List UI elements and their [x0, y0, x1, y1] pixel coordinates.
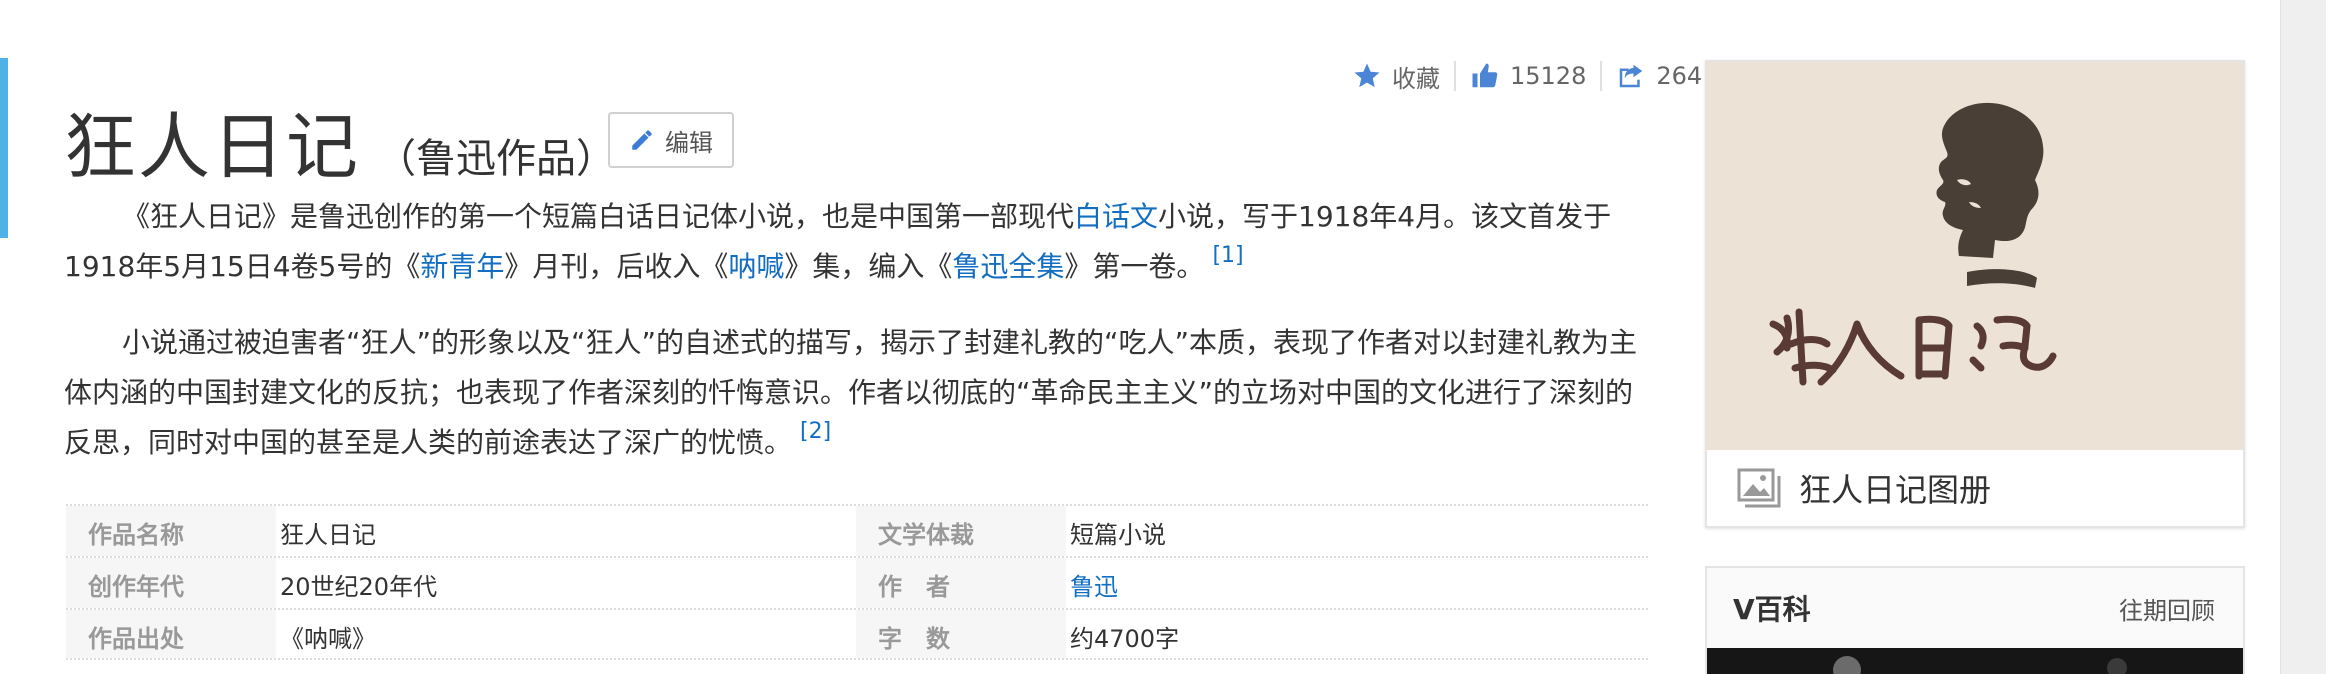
- vbaike-card: V百科 往期回顾: [1705, 566, 2245, 674]
- info-row: 创作年代 20世纪20年代 作 者 鲁迅: [66, 556, 1648, 608]
- reference-2[interactable]: [2]: [800, 419, 831, 444]
- info-value: 约4700字: [1070, 624, 1180, 653]
- pencil-icon: [632, 130, 652, 150]
- album-cover-image[interactable]: [1707, 62, 2243, 450]
- info-key: 作品出处: [88, 624, 184, 653]
- share-button[interactable]: 264: [1600, 61, 1716, 91]
- link-xinqingnian[interactable]: 新青年: [420, 250, 504, 283]
- info-row: 作品名称 狂人日记 文学体裁 短篇小说: [66, 504, 1648, 556]
- like-button[interactable]: 15128: [1454, 61, 1600, 91]
- info-value: 狂人日记: [280, 520, 376, 549]
- info-row: 作品出处 《呐喊》 字 数 约4700字: [66, 608, 1648, 660]
- intro-paragraph-1: 《狂人日记》是鲁迅创作的第一个短篇白话日记体小说，也是中国第一部现代白话文小说，…: [64, 192, 1654, 292]
- para1-text-5: 》第一卷。: [1064, 250, 1205, 283]
- link-luxun-quanji[interactable]: 鲁迅全集: [952, 250, 1064, 283]
- info-key: 文学体裁: [878, 520, 974, 549]
- info-value: 短篇小说: [1070, 520, 1166, 549]
- like-count: 15128: [1510, 62, 1587, 90]
- info-key: 作品名称: [88, 520, 184, 549]
- info-value: 20世纪20年代: [280, 572, 438, 601]
- luxun-portrait-illustration: [1707, 62, 2243, 450]
- favorite-button[interactable]: 收藏: [1338, 59, 1454, 94]
- album-card[interactable]: 狂人日记图册: [1705, 60, 2245, 528]
- info-value: 《呐喊》: [280, 624, 376, 653]
- vbaike-history-link[interactable]: 往期回顾: [2119, 591, 2215, 626]
- basic-info-table: 作品名称 狂人日记 文学体裁 短篇小说 创作年代 20世纪20年代 作 者 鲁迅…: [66, 504, 1648, 660]
- stats-bar: 收藏 15128 264: [1338, 56, 1716, 96]
- link-baihuawen[interactable]: 白话文: [1074, 200, 1158, 233]
- edit-button[interactable]: 编辑: [608, 112, 734, 168]
- edit-label: 编辑: [665, 128, 713, 157]
- info-key: 字 数: [878, 624, 950, 653]
- gallery-icon: [1737, 468, 1781, 508]
- info-key: 创作年代: [88, 572, 184, 601]
- para1-text-4: 》集，编入《: [784, 250, 953, 283]
- album-caption-label: 狂人日记图册: [1799, 471, 1992, 509]
- info-key: 作 者: [878, 572, 950, 601]
- para1-text-1: 《狂人日记》是鲁迅创作的第一个短篇白话日记体小说，也是中国第一部现代: [122, 200, 1075, 233]
- album-caption[interactable]: 狂人日记图册: [1707, 450, 2243, 526]
- share-icon: [1620, 64, 1643, 88]
- link-nahan[interactable]: 呐喊: [728, 250, 784, 283]
- title-main: 狂人日记: [64, 105, 361, 189]
- title-sub: （鲁迅作品）: [376, 136, 617, 182]
- reference-1[interactable]: [1]: [1212, 243, 1243, 268]
- star-icon: [1354, 63, 1380, 88]
- page-right-gutter: [2280, 0, 2326, 674]
- share-count: 264: [1656, 62, 1703, 90]
- video-frame: [1707, 648, 2243, 674]
- intro-paragraph-2: 小说通过被迫害者“狂人”的形象以及“狂人”的自述式的描写，揭示了封建礼教的“吃人…: [64, 318, 1654, 468]
- favorite-label: 收藏: [1392, 64, 1440, 93]
- para1-text-3: 》月刊，后收入《: [504, 250, 729, 283]
- para2-text: 小说通过被迫害者“狂人”的形象以及“狂人”的自述式的描写，揭示了封建礼教的“吃人…: [64, 326, 1638, 459]
- left-accent-bar: [0, 58, 8, 238]
- page: 收藏 15128 264 狂人日记 （鲁迅作品） 编辑 《狂人日记》是鲁迅创作的…: [0, 0, 2280, 674]
- author-link[interactable]: 鲁迅: [1070, 567, 1118, 602]
- thumbs-up-icon: [1472, 63, 1498, 88]
- vbaike-video-thumbnail[interactable]: [1707, 648, 2243, 674]
- vbaike-header: V百科 往期回顾: [1707, 568, 2243, 648]
- vbaike-title: V百科: [1733, 593, 1811, 626]
- page-title: 狂人日记 （鲁迅作品）: [64, 88, 616, 193]
